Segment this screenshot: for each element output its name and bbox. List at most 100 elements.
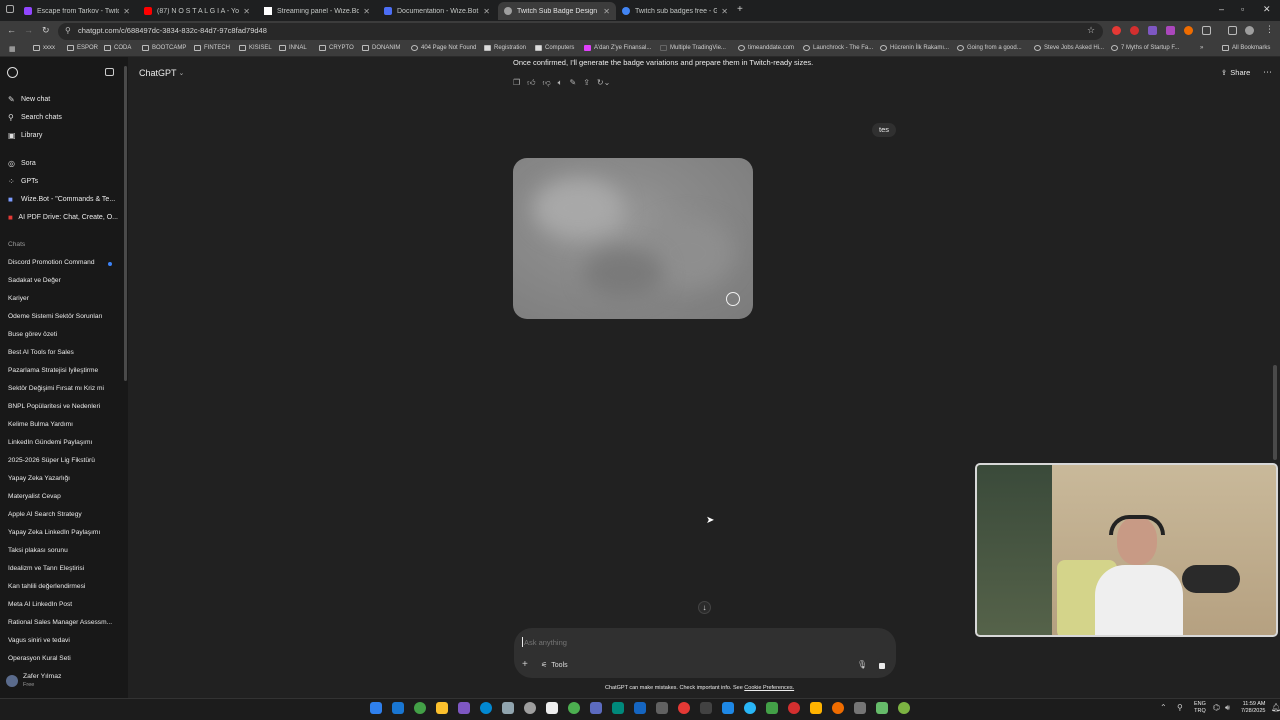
- taskbar-app-icon[interactable]: [766, 702, 778, 714]
- new-tab-icon[interactable]: +: [737, 4, 743, 15]
- chat-item[interactable]: Meta AI LinkedIn Post: [8, 601, 118, 608]
- bookmark-link[interactable]: Registration: [484, 45, 526, 51]
- chat-item[interactable]: Yapay Zeka Yazarlığı: [8, 475, 118, 482]
- tab-search-icon[interactable]: [6, 5, 14, 13]
- chatgpt-app-icon[interactable]: [524, 702, 536, 714]
- taskbar-app-icon[interactable]: [546, 702, 558, 714]
- volume-icon[interactable]: 🔊︎: [1225, 703, 1230, 713]
- close-tab-icon[interactable]: ✕: [603, 7, 610, 16]
- browser-tab-wizebot-docs[interactable]: Documentation - Wize.Bot ✕: [378, 2, 496, 20]
- bookmark-folder[interactable]: ESPOR: [67, 45, 98, 51]
- bookmark-folder[interactable]: DONANIM: [362, 45, 400, 51]
- taskbar-app-icon[interactable]: [612, 702, 624, 714]
- apps-grid-icon[interactable]: ▦: [9, 45, 16, 53]
- browser-tab-twitch[interactable]: Escape from Tarkov - Twitch ✕: [18, 2, 136, 20]
- tray-app-icon[interactable]: ⚲: [1177, 703, 1183, 712]
- close-tab-icon[interactable]: ✕: [721, 7, 728, 16]
- read-aloud-icon[interactable]: 🔈︎: [558, 78, 563, 88]
- tools-button[interactable]: ⚟ Tools: [541, 661, 568, 670]
- extension-3-icon[interactable]: [1148, 26, 1157, 35]
- all-bookmarks[interactable]: All Bookmarks: [1222, 45, 1270, 51]
- taskbar-app-icon[interactable]: [502, 702, 514, 714]
- chat-item[interactable]: Yapay Zeka LinkedIn Paylaşımı: [8, 529, 118, 536]
- chat-item[interactable]: LinkedIn Gündemi Paylaşımı: [8, 439, 118, 446]
- chat-item[interactable]: 2025-2026 Süper Lig Fikstürü: [8, 457, 118, 464]
- close-tab-icon[interactable]: ✕: [483, 7, 490, 16]
- chat-item[interactable]: BNPL Popülaritesi ve Nedenleri: [8, 403, 118, 410]
- chat-item[interactable]: Vagus siniri ve tedavi: [8, 637, 118, 644]
- nvidia-icon[interactable]: [876, 702, 888, 714]
- chat-item[interactable]: Apple AI Search Strategy: [8, 511, 118, 518]
- taskbar-app-icon[interactable]: [700, 702, 712, 714]
- language-indicator[interactable]: ENG TRQ: [1194, 701, 1206, 715]
- taskbar-app-icon[interactable]: [722, 702, 734, 714]
- share-button[interactable]: ⇪ Share: [1221, 68, 1250, 77]
- extension-2-icon[interactable]: [1130, 26, 1139, 35]
- openai-logo-icon[interactable]: [7, 67, 18, 78]
- minimize-icon[interactable]: –: [1219, 4, 1224, 14]
- library-button[interactable]: ▣ Library: [8, 131, 118, 140]
- share-message-icon[interactable]: ⇪: [583, 78, 590, 88]
- sidebar-scrollbar[interactable]: [124, 66, 127, 381]
- chat-item[interactable]: Operasyon Kural Seti: [8, 655, 118, 662]
- copy-icon[interactable]: ❐: [513, 78, 520, 88]
- discord-icon[interactable]: [590, 702, 602, 714]
- bookmark-link[interactable]: 404 Page Not Found: [411, 45, 476, 51]
- chrome-icon[interactable]: [678, 702, 690, 714]
- bookmark-folder[interactable]: BOOTCAMP: [142, 45, 186, 51]
- steam-icon[interactable]: [634, 702, 646, 714]
- chat-item[interactable]: İdealizm ve Tanrı Eleştirisi: [8, 565, 118, 572]
- chat-item[interactable]: Taksi plakası sorunu: [8, 547, 118, 554]
- bookmark-link[interactable]: A'dan Z'ye Finansal...: [584, 45, 651, 51]
- system-clock[interactable]: 11:59 AM 7/28/2025: [1241, 701, 1265, 715]
- more-options-icon[interactable]: ⋯: [1263, 67, 1272, 78]
- bookmark-link[interactable]: Multiple TradingVie...: [660, 45, 726, 51]
- taskbar-app-icon[interactable]: [810, 702, 822, 714]
- network-icon[interactable]: ⌬: [1213, 703, 1220, 712]
- chat-item[interactable]: Pazarlama Stratejisi İyileştirme: [8, 367, 118, 374]
- attach-plus-icon[interactable]: +: [522, 659, 528, 670]
- bookmark-link[interactable]: timeanddate.com: [738, 45, 794, 51]
- extension-1-icon[interactable]: [1112, 26, 1121, 35]
- thumbs-up-icon[interactable]: 👍︎: [527, 78, 535, 88]
- extension-5-icon[interactable]: [1184, 26, 1193, 35]
- bookmark-folder[interactable]: CRYPTO: [319, 45, 354, 51]
- bookmark-folder[interactable]: INNAL: [279, 45, 307, 51]
- chat-item[interactable]: Buse görev özeti: [8, 331, 118, 338]
- file-explorer-icon[interactable]: [436, 702, 448, 714]
- bookmarks-overflow-icon[interactable]: »: [1200, 45, 1203, 51]
- bookmark-link[interactable]: Steve Jobs Asked Hi...: [1034, 45, 1104, 51]
- windows-start-icon[interactable]: [370, 702, 382, 714]
- taskbar-app-icon[interactable]: [854, 702, 866, 714]
- edit-icon[interactable]: ✎: [569, 78, 576, 88]
- chat-item[interactable]: Rational Sales Manager Assessm...: [8, 619, 118, 626]
- bookmark-folder[interactable]: xxxx: [33, 45, 55, 51]
- taskbar-app-icon[interactable]: [458, 702, 470, 714]
- notifications-icon[interactable]: 🔔︎: [1271, 703, 1280, 712]
- bookmark-link[interactable]: 7 Myths of Startup F...: [1111, 45, 1179, 51]
- bookmark-folder[interactable]: CODA: [104, 45, 131, 51]
- close-tab-icon[interactable]: ✕: [243, 7, 250, 16]
- bookmark-folder[interactable]: KISISEL: [239, 45, 272, 51]
- chat-item[interactable]: Sadakat ve Değer: [8, 277, 118, 284]
- bookmark-link[interactable]: Launchrock - The Fa...: [803, 45, 873, 51]
- bookmark-link[interactable]: Computers: [535, 45, 574, 51]
- chat-item[interactable]: Kelime Bulma Yardımı: [8, 421, 118, 428]
- browser-tab-google[interactable]: Twitch sub badges free - Goog✕: [616, 2, 734, 20]
- microphone-icon[interactable]: 🎙︎: [857, 660, 867, 669]
- main-scrollbar[interactable]: [1273, 365, 1277, 460]
- scroll-down-button[interactable]: ↓: [698, 601, 711, 614]
- new-chat-button[interactable]: ✎ New chat: [8, 95, 118, 104]
- url-text[interactable]: chatgpt.com/c/688497dc-3834-832c-84d7-97…: [78, 26, 267, 35]
- prompt-input[interactable]: [524, 636, 824, 648]
- forward-icon[interactable]: →: [24, 25, 33, 35]
- model-selector[interactable]: ChatGPT ⌄: [139, 68, 184, 78]
- browser-tab-youtube[interactable]: (87) N O S T A L G I A - You ✕: [138, 2, 256, 20]
- chat-item[interactable]: Kan tahlili değerlendirmesi: [8, 583, 118, 590]
- chat-item[interactable]: Discord Promotion Command: [8, 259, 118, 266]
- regenerate-icon[interactable]: ↻⌄: [597, 78, 610, 88]
- chat-item[interactable]: Materyalist Cevap: [8, 493, 118, 500]
- bookmark-link[interactable]: Going from a good...: [957, 45, 1022, 51]
- browser-tab-chatgpt-active[interactable]: Twitch Sub Badge Design ✕: [498, 2, 616, 20]
- thumbs-down-icon[interactable]: 👎︎: [543, 78, 551, 88]
